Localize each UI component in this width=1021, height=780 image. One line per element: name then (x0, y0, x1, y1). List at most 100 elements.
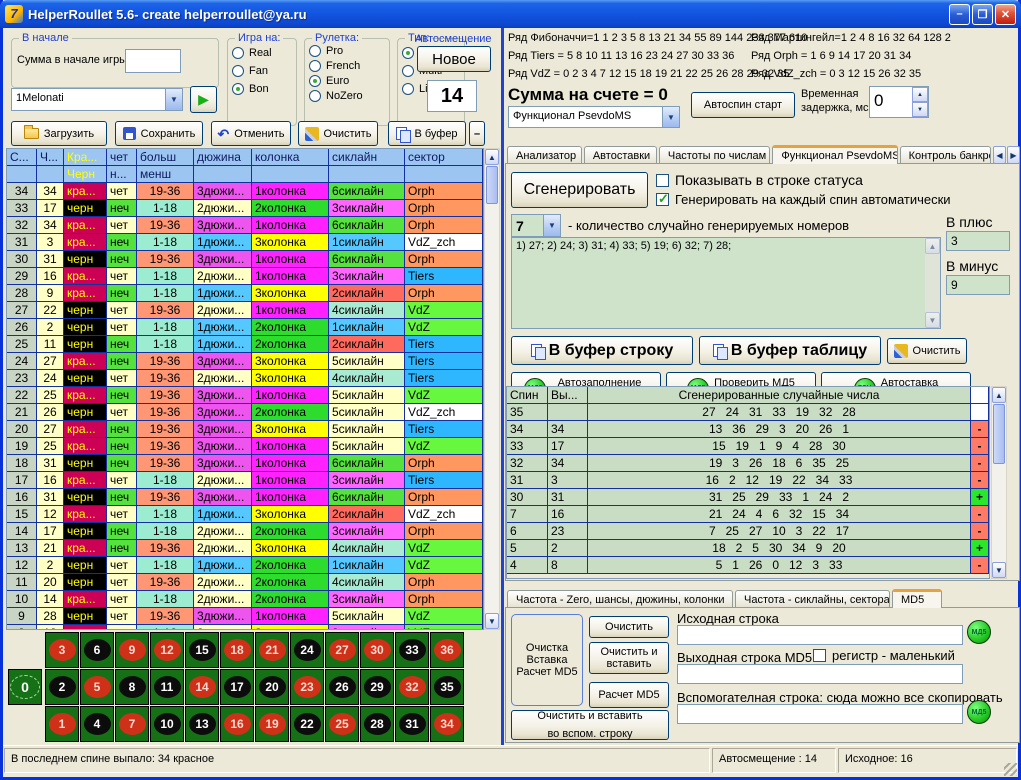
roulette-cell-14[interactable]: 14 (185, 669, 219, 705)
statusline-checkbox[interactable] (656, 174, 669, 187)
roulette-cell-32[interactable]: 32 (395, 669, 429, 705)
play-button[interactable]: ▶ (190, 86, 217, 113)
history-table-scrollbar[interactable]: ▲ ▼ (484, 148, 500, 630)
roulette-cell-1[interactable]: 1 (45, 706, 79, 742)
md5-clear-paste-aux-button[interactable]: Очистить и вставить во вспом. строку (511, 710, 669, 740)
roulette-cell-25[interactable]: 25 (325, 706, 359, 742)
spinner-down-icon[interactable]: ▼ (912, 102, 928, 117)
roulette-cell-27[interactable]: 27 (325, 632, 359, 668)
preset-combobox[interactable]: 1Melonati ▼ (11, 88, 183, 111)
roulette-cell-0[interactable]: 0 (8, 669, 42, 705)
roulette-cell-5[interactable]: 5 (80, 669, 114, 705)
scroll-down-icon[interactable]: ▼ (485, 613, 499, 629)
copy-buffer-button[interactable]: В буфер (388, 121, 466, 146)
tab-scroll-left-icon[interactable]: ◀ (993, 146, 1006, 164)
roulette-cell-13[interactable]: 13 (185, 706, 219, 742)
scroll-up-icon[interactable]: ▲ (925, 238, 940, 254)
tab-автоставки[interactable]: Автоставки (584, 146, 657, 164)
register-checkbox[interactable] (813, 649, 826, 662)
roulette-cell-22[interactable]: 22 (290, 706, 324, 742)
resize-grip[interactable] (1004, 763, 1017, 776)
statusline-checkbox-row[interactable]: Показывать в строке статуса (656, 172, 863, 188)
roulette-cell-30[interactable]: 30 (360, 632, 394, 668)
roulette-cell-35[interactable]: 35 (430, 669, 464, 705)
clear-button[interactable]: Очистить (298, 121, 378, 146)
chevron-down-icon[interactable]: ▼ (165, 89, 182, 110)
roulette-cell-17[interactable]: 17 (220, 669, 254, 705)
scroll-up-icon[interactable]: ▲ (992, 387, 1006, 403)
splitter[interactable] (501, 28, 504, 745)
spinner-up-icon[interactable]: ▲ (912, 87, 928, 102)
radio-icon[interactable] (402, 47, 414, 59)
radio-icon[interactable] (309, 60, 321, 72)
radio-option-bon[interactable]: Bon (232, 83, 292, 95)
roulette-cell-4[interactable]: 4 (80, 706, 114, 742)
roulette-cell-10[interactable]: 10 (150, 706, 184, 742)
roulette-cell-12[interactable]: 12 (150, 632, 184, 668)
roulette-cell-23[interactable]: 23 (290, 669, 324, 705)
tab-функционал-psevdoms[interactable]: Функционал PsevdoMS (772, 145, 897, 164)
spins-table-scrollbar[interactable]: ▲ ▼ (991, 386, 1007, 579)
buffer-row-button[interactable]: В буфер строку (511, 336, 693, 365)
roulette-cell-20[interactable]: 20 (255, 669, 289, 705)
roulette-cell-28[interactable]: 28 (360, 706, 394, 742)
output-string-input[interactable] (677, 664, 963, 684)
radio-option-fan[interactable]: Fan (232, 65, 292, 77)
md5-calc-button[interactable]: Расчет MD5 (589, 682, 669, 708)
chevron-down-icon[interactable]: ▼ (543, 215, 560, 236)
maximize-button[interactable]: ❒ (972, 4, 993, 25)
radio-icon[interactable] (309, 45, 321, 57)
roulette-cell-33[interactable]: 33 (395, 632, 429, 668)
autogen-checkbox[interactable] (656, 193, 669, 206)
tab-частота-zero-шансы-дюжины-колонки[interactable]: Частота - Zero, шансы, дюжины, колонки (507, 590, 733, 608)
roulette-cell-29[interactable]: 29 (360, 669, 394, 705)
roulette-cell-26[interactable]: 26 (325, 669, 359, 705)
md5-clear-paste-button[interactable]: Очистить и вставить (589, 642, 669, 674)
generate-button[interactable]: Сгенерировать (511, 172, 648, 208)
scrollbar-thumb[interactable] (993, 404, 1005, 464)
roulette-cell-8[interactable]: 8 (115, 669, 149, 705)
radio-icon[interactable] (402, 65, 414, 77)
scroll-down-icon[interactable]: ▼ (925, 312, 940, 328)
roulette-cell-19[interactable]: 19 (255, 706, 289, 742)
autogen-checkbox-row[interactable]: Генерировать на каждый спин автоматическ… (656, 192, 951, 207)
scroll-up-icon[interactable]: ▲ (485, 149, 499, 165)
roulette-cell-34[interactable]: 34 (430, 706, 464, 742)
tab-анализатор[interactable]: Анализатор (507, 146, 582, 164)
minus-button[interactable]: – (469, 121, 485, 146)
radio-icon[interactable] (309, 75, 321, 87)
load-button[interactable]: Загрузить (11, 121, 107, 146)
roulette-cell-2[interactable]: 2 (45, 669, 79, 705)
roulette-cell-3[interactable]: 3 (45, 632, 79, 668)
md5-clear-button[interactable]: Очистить (589, 616, 669, 638)
tab-частоты-по-числам[interactable]: Частоты по числам (659, 146, 771, 164)
radio-icon[interactable] (309, 90, 321, 102)
roulette-cell-9[interactable]: 9 (115, 632, 149, 668)
radio-option-pro[interactable]: Pro (309, 45, 385, 57)
roulette-cell-36[interactable]: 36 (430, 632, 464, 668)
sequence-textarea[interactable]: 1) 27; 2) 24; 3) 31; 4) 33; 5) 19; 6) 32… (511, 237, 941, 329)
roulette-cell-15[interactable]: 15 (185, 632, 219, 668)
save-button[interactable]: Сохранить (115, 121, 203, 146)
tab-scroll-right-icon[interactable]: ▶ (1007, 146, 1020, 164)
autospin-button[interactable]: Автоспин старт (691, 92, 795, 118)
buffer-table-button[interactable]: В буфер таблицу (699, 336, 881, 365)
radio-icon[interactable] (232, 65, 244, 77)
radio-icon[interactable] (232, 47, 244, 59)
new-button[interactable]: Новое (417, 46, 491, 72)
radio-icon[interactable] (232, 83, 244, 95)
radio-icon[interactable] (402, 83, 414, 95)
tab-частота-сиклайны-сектора[interactable]: Частота - сиклайны, сектора (735, 590, 890, 608)
roulette-cell-6[interactable]: 6 (80, 632, 114, 668)
start-sum-input[interactable] (125, 49, 181, 73)
tab-md5[interactable]: MD5 (892, 589, 942, 608)
scroll-down-icon[interactable]: ▼ (992, 562, 1006, 578)
roulette-cell-21[interactable]: 21 (255, 632, 289, 668)
roulette-cell-31[interactable]: 31 (395, 706, 429, 742)
clear-sequence-button[interactable]: Очистить (887, 338, 967, 364)
scrollbar-thumb[interactable] (486, 166, 498, 204)
md5-run-icon-button[interactable]: МД5 (967, 620, 991, 644)
roulette-cell-11[interactable]: 11 (150, 669, 184, 705)
roulette-cell-7[interactable]: 7 (115, 706, 149, 742)
radio-option-real[interactable]: Real (232, 47, 292, 59)
